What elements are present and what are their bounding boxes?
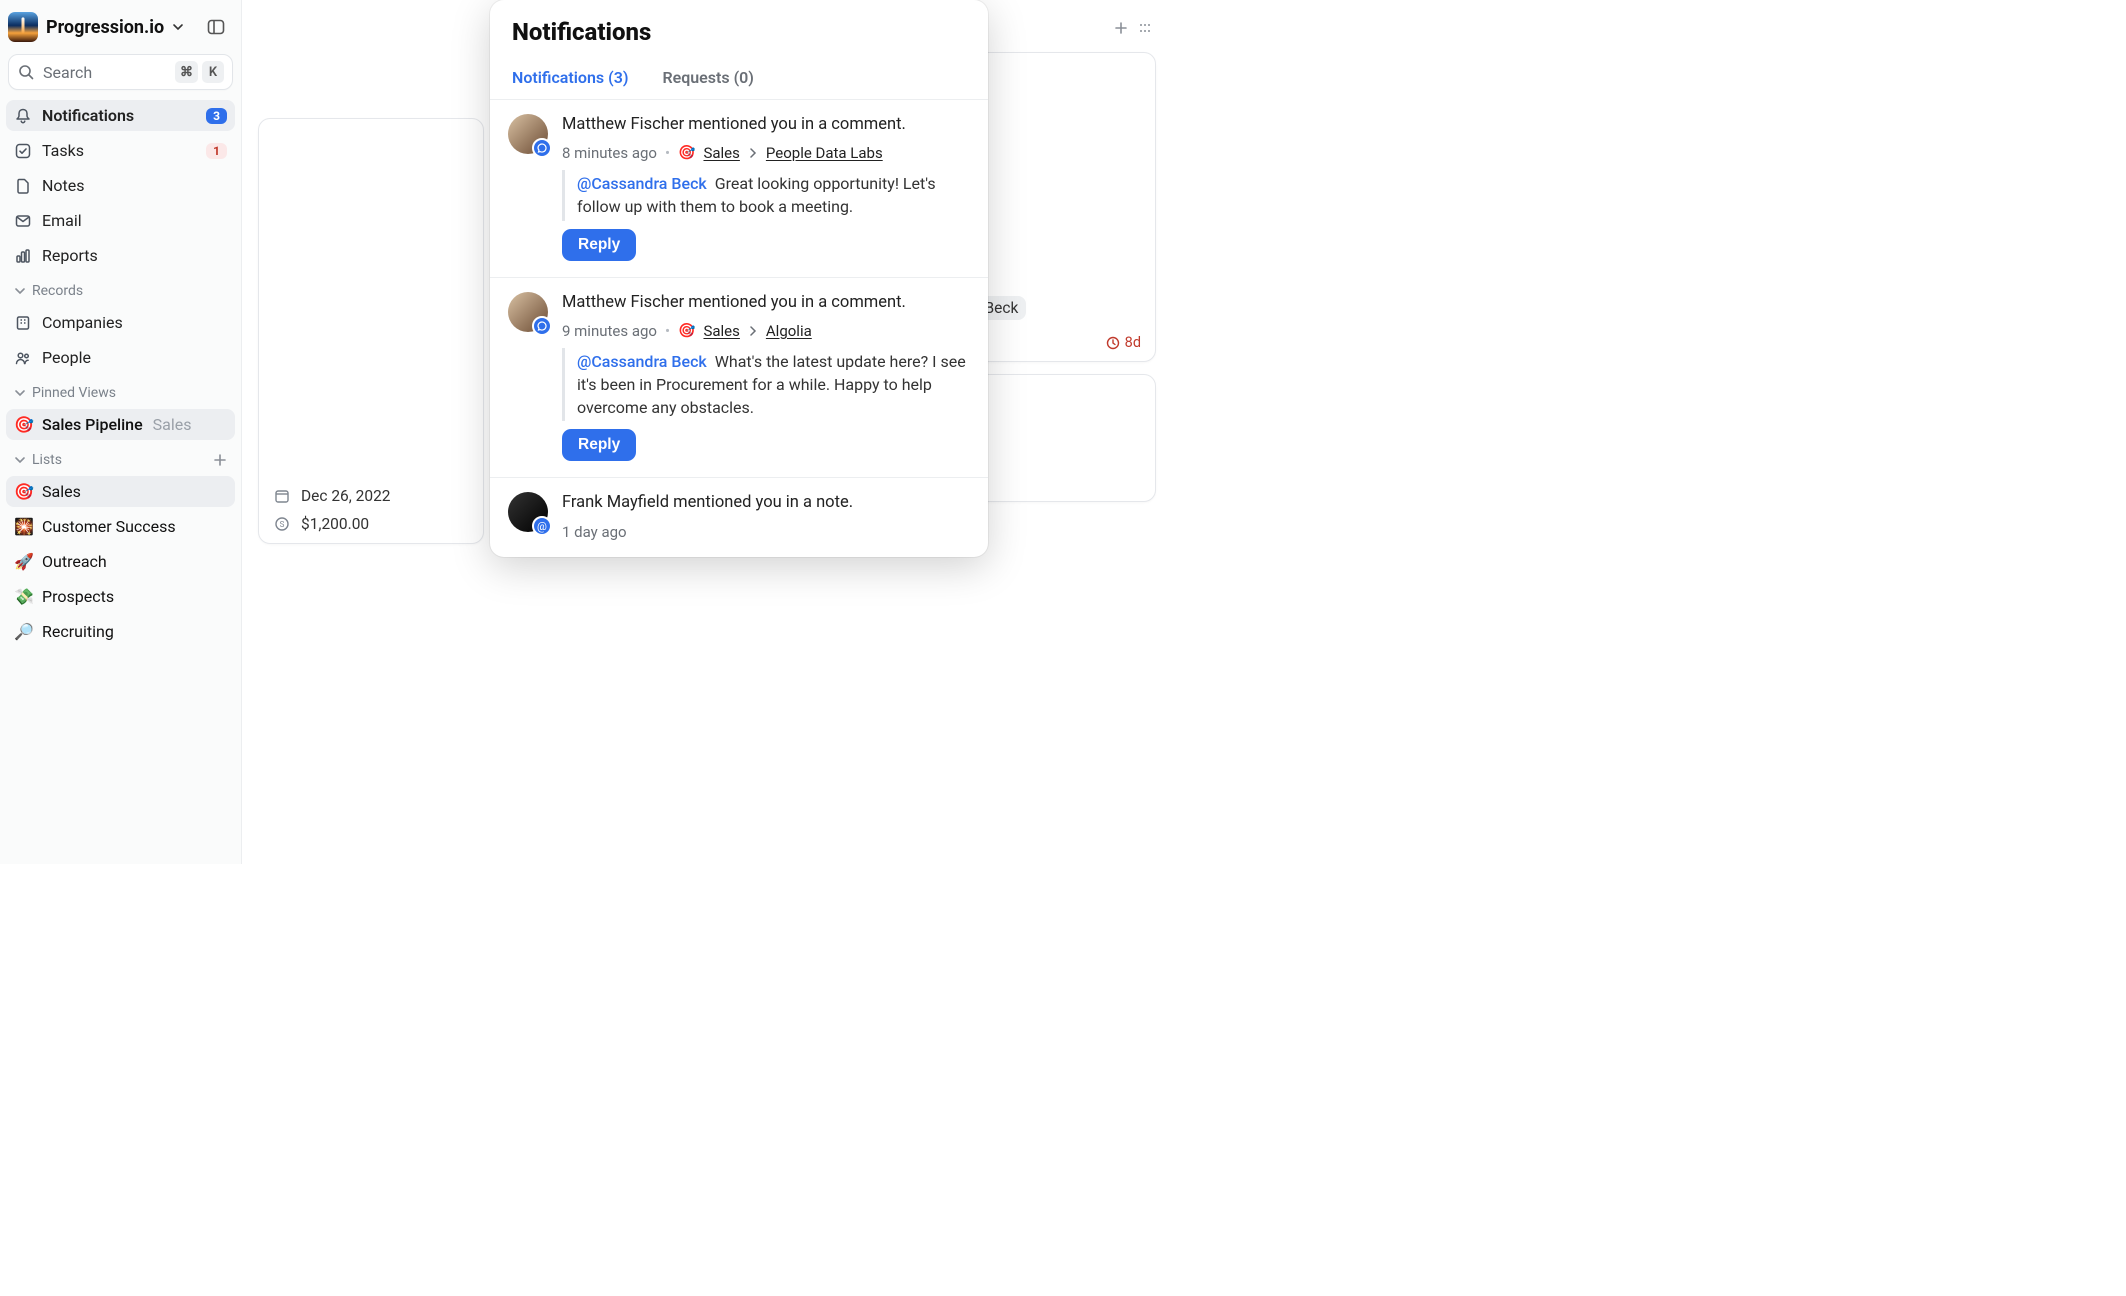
mention[interactable]: @Cassandra Beck [577, 352, 707, 371]
bell-icon [14, 107, 32, 125]
notification-meta: 1 day ago [562, 523, 970, 541]
notifications-popover: Notifications Notifications (3) Requests… [490, 0, 988, 557]
workspace-switcher[interactable]: Progression.io [6, 6, 235, 48]
avatar [508, 292, 548, 332]
pinned-sales-pipeline[interactable]: 🎯 Sales Pipeline Sales [6, 409, 235, 440]
svg-text:S: S [280, 520, 285, 529]
chevron-right-icon [748, 326, 758, 336]
section-lists[interactable]: Lists [6, 444, 235, 472]
notification-text: Frank Mayfield mentioned you in a note. [562, 492, 970, 514]
notification-meta: 9 minutes ago • 🎯 Sales Algolia [562, 322, 970, 340]
card-partial-left[interactable]: Dec 26, 2022 S$1,200.00 [258, 118, 484, 544]
workspace-avatar [8, 12, 38, 42]
search-input[interactable]: Search ⌘ K [8, 54, 233, 90]
entity-link[interactable]: Algolia [766, 322, 812, 340]
popover-title: Notifications [512, 18, 968, 46]
chart-icon [14, 247, 32, 265]
notification-quote: @Cassandra Beck Great looking opportunit… [562, 170, 970, 220]
nav-notes-label: Notes [42, 176, 85, 195]
section-records[interactable]: Records [6, 275, 235, 303]
mail-icon [14, 212, 32, 230]
avatar: @ [508, 492, 548, 532]
record-companies[interactable]: Companies [6, 307, 235, 338]
toggle-sidebar-button[interactable] [201, 12, 231, 42]
chevron-down-icon [14, 454, 26, 466]
list-link[interactable]: Sales [703, 322, 739, 340]
notification-meta: 8 minutes ago • 🎯 Sales People Data Labs [562, 144, 970, 162]
workspace-name: Progression.io [46, 17, 164, 38]
notifications-badge: 3 [206, 108, 227, 124]
tasks-badge: 1 [206, 143, 227, 159]
column-partial-left: Dec 26, 2022 S$1,200.00 [258, 16, 484, 848]
building-icon [14, 314, 32, 332]
nav-email-label: Email [42, 211, 82, 230]
tab-requests[interactable]: Requests (0) [662, 68, 753, 87]
list-customer-success[interactable]: 🎇 Customer Success [6, 511, 235, 542]
mention-badge-icon: @ [532, 516, 552, 536]
list-recruiting[interactable]: 🔎 Recruiting [6, 616, 235, 647]
search-placeholder: Search [43, 63, 167, 82]
nav-tasks-label: Tasks [42, 141, 84, 160]
calendar-icon [273, 487, 291, 505]
sidebar: Progression.io Search ⌘ K Notif [0, 0, 242, 864]
notification-quote: @Cassandra Beck What's the latest update… [562, 348, 970, 422]
target-icon: 🎯 [14, 415, 32, 434]
nav-notifications-label: Notifications [42, 106, 134, 125]
list-prospects[interactable]: 💸 Prospects [6, 581, 235, 612]
add-card-button[interactable] [1114, 21, 1128, 35]
nav-email[interactable]: Email [6, 205, 235, 236]
nav-notifications[interactable]: Notifications 3 [6, 100, 235, 131]
chevron-down-icon [172, 21, 184, 33]
record-people[interactable]: People [6, 342, 235, 373]
avatar [508, 114, 548, 154]
check-square-icon [14, 142, 32, 160]
entity-link[interactable]: People Data Labs [766, 144, 883, 162]
reply-button[interactable]: Reply [562, 429, 636, 461]
notification-text: Matthew Fischer mentioned you in a comme… [562, 114, 970, 136]
document-icon [14, 177, 32, 195]
list-outreach[interactable]: 🚀 Outreach [6, 546, 235, 577]
reply-button[interactable]: Reply [562, 229, 636, 261]
main-content: Dec 26, 2022 S$1,200.00 heduled 4 23 [242, 0, 1417, 864]
nav-reports-label: Reports [42, 246, 98, 265]
list-link[interactable]: Sales [703, 144, 739, 162]
comment-badge-icon [532, 138, 552, 158]
target-icon: 🎯 [14, 482, 32, 501]
column-menu-button[interactable] [1138, 21, 1152, 35]
people-icon [14, 349, 32, 367]
notification-item[interactable]: Matthew Fischer mentioned you in a comme… [490, 278, 988, 479]
nav-notes[interactable]: Notes [6, 170, 235, 201]
comment-badge-icon [532, 316, 552, 336]
section-pinned[interactable]: Pinned Views [6, 377, 235, 405]
due-chip: 8d [1106, 334, 1141, 351]
add-list-button[interactable] [213, 453, 227, 467]
tab-notifications[interactable]: Notifications (3) [512, 68, 628, 87]
search-icon [17, 63, 35, 81]
chevron-down-icon [14, 285, 26, 297]
notification-item[interactable]: Matthew Fischer mentioned you in a comme… [490, 100, 988, 278]
mention[interactable]: @Cassandra Beck [577, 174, 707, 193]
search-shortcut: ⌘ K [175, 61, 224, 83]
list-sales[interactable]: 🎯 Sales [6, 476, 235, 507]
chevron-right-icon [748, 148, 758, 158]
notification-text: Matthew Fischer mentioned you in a comme… [562, 292, 970, 314]
currency-icon: S [273, 515, 291, 533]
chevron-down-icon [14, 387, 26, 399]
notification-item[interactable]: @ Frank Mayfield mentioned you in a note… [490, 478, 988, 556]
nav-reports[interactable]: Reports [6, 240, 235, 271]
nav-tasks[interactable]: Tasks 1 [6, 135, 235, 166]
